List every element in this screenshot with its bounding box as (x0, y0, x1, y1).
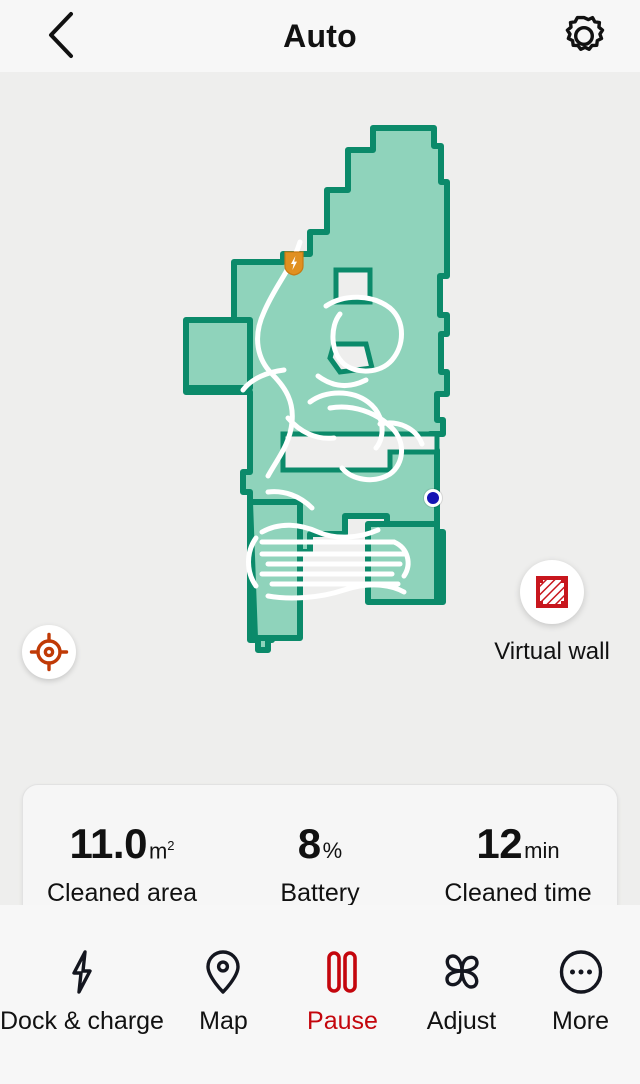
robot-position-marker[interactable] (424, 489, 442, 507)
virtual-wall-hatched-square-icon (536, 576, 568, 608)
app-screen: Auto Virtual wall 11.0 m2 Cleaned area 8… (0, 0, 640, 1084)
cleaned-area-value: 11.0 (69, 820, 148, 867)
toolbar-item-map[interactable]: Map (164, 905, 283, 1036)
stat-cleaned-area: 11.0 m2 Cleaned area (23, 823, 221, 906)
battery-label: Battery (280, 879, 360, 905)
settings-button[interactable] (560, 12, 608, 60)
pause-icon (324, 949, 360, 995)
stat-value: 11.0 m2 (23, 823, 221, 865)
charging-dock-badge-icon (284, 251, 304, 276)
stats-card: 11.0 m2 Cleaned area 8 % Battery 12 min … (22, 784, 618, 905)
stat-value: 8 % (221, 823, 419, 865)
cleaned-time-unit: min (524, 838, 560, 863)
locate-robot-button[interactable] (22, 625, 76, 679)
charging-dock-marker[interactable] (283, 250, 305, 276)
map-pin-icon (204, 949, 242, 995)
lightning-bolt-icon (67, 949, 97, 995)
toolbar-label-pause: Pause (307, 1007, 378, 1035)
toolbar-item-adjust[interactable]: Adjust (402, 905, 521, 1036)
chevron-left-icon (49, 12, 73, 58)
cleaned-time-value: 12 (476, 820, 523, 867)
cleaned-area-unit: m2 (148, 837, 175, 863)
map-area[interactable]: Virtual wall 11.0 m2 Cleaned area 8 % Ba… (0, 72, 640, 905)
toolbar-item-dock-charge[interactable]: Dock & charge (0, 905, 164, 1036)
battery-unit: % (322, 838, 343, 863)
stat-battery: 8 % Battery (221, 823, 419, 906)
virtual-wall-label: Virtual wall (494, 638, 610, 665)
toolbar-item-more[interactable]: More (521, 905, 640, 1036)
virtual-wall-control: Virtual wall (492, 560, 612, 666)
cleaned-time-label: Cleaned time (444, 879, 592, 905)
virtual-wall-button[interactable] (520, 560, 584, 624)
ellipsis-circle-icon (558, 949, 604, 995)
page-title: Auto (283, 17, 357, 54)
toolbar-label-more: More (552, 1007, 609, 1035)
cleaned-area-label: Cleaned area (46, 879, 198, 905)
gear-icon (565, 15, 605, 51)
floorplan-map (183, 125, 450, 653)
bottom-toolbar: Dock & charge Map Pause Adjust More (0, 905, 640, 1084)
toolbar-label-map: Map (199, 1007, 248, 1035)
fan-blades-icon (440, 949, 484, 995)
back-button[interactable] (34, 8, 88, 62)
toolbar-label-adjust: Adjust (426, 1007, 497, 1035)
stat-cleaned-time: 12 min Cleaned time (419, 823, 617, 906)
stat-value: 12 min (419, 823, 617, 865)
battery-value: 8 (297, 820, 321, 867)
toolbar-item-pause[interactable]: Pause (283, 905, 402, 1036)
app-header: Auto (0, 0, 640, 72)
crosshair-target-icon (29, 632, 69, 672)
toolbar-label-dock-charge: Dock & charge (0, 1007, 164, 1035)
